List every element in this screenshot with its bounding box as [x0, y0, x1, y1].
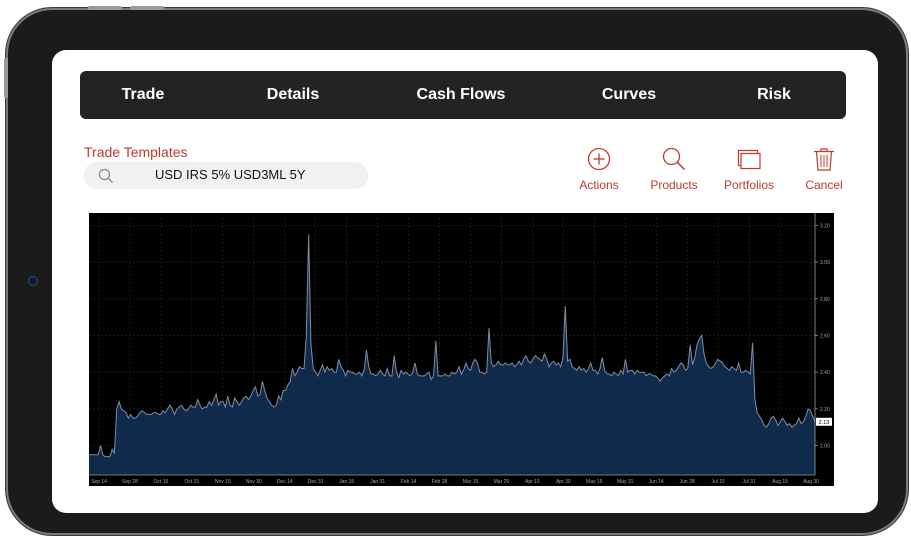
camera-icon — [28, 276, 38, 286]
last-value-label: 2.13 — [819, 420, 830, 426]
x-tick-label: Jan 31 — [370, 479, 385, 485]
x-tick-label: Mar 15 — [463, 479, 479, 485]
volume-up-button — [88, 6, 122, 10]
y-tick-label: 3.20 — [820, 223, 830, 229]
products-button[interactable]: Products — [639, 146, 709, 192]
tab-cash-flows[interactable]: Cash Flows — [417, 71, 506, 119]
x-tick-label: Sep 28 — [122, 479, 138, 485]
y-tick-label: 2.80 — [820, 297, 830, 303]
portfolios-label: Portfolios — [723, 178, 775, 192]
x-tick-label: Oct 15 — [154, 479, 169, 485]
y-tick-label: 2.00 — [820, 444, 830, 450]
tablet-frame: Trade Details Cash Flows Curves Risk Tra… — [4, 6, 906, 533]
app-screen: Trade Details Cash Flows Curves Risk Tra… — [52, 50, 878, 513]
x-tick-label: Jun 14 — [649, 479, 664, 485]
x-tick-label: Aug 15 — [772, 479, 788, 485]
y-tick-label: 2.60 — [820, 333, 830, 339]
x-tick-label: Apr 15 — [525, 479, 540, 485]
series-area — [89, 234, 815, 475]
trade-template-value: USD IRS 5% USD3ML 5Y — [155, 167, 306, 182]
x-tick-label: Feb 28 — [432, 479, 448, 485]
x-tick-label: Feb 14 — [401, 479, 417, 485]
products-label: Products — [650, 178, 698, 192]
search-icon — [98, 168, 113, 183]
actions-label: Actions — [579, 178, 619, 192]
x-tick-label: Apr 30 — [556, 479, 571, 485]
x-tick-label: May 31 — [617, 479, 634, 485]
x-tick-label: Mar 29 — [494, 479, 510, 485]
x-tick-label: Aug 30 — [803, 479, 819, 485]
x-tick-label: Oct 31 — [185, 479, 200, 485]
y-tick-label: 2.40 — [820, 370, 830, 376]
x-tick-label: Dec 31 — [308, 479, 324, 485]
portfolios-button[interactable]: Portfolios — [714, 146, 784, 192]
power-button — [4, 58, 8, 98]
cancel-label: Cancel — [805, 178, 843, 192]
x-tick-label: Nov 15 — [215, 479, 231, 485]
magnifier-icon — [662, 147, 686, 171]
trash-icon — [814, 148, 834, 171]
x-tick-label: Jul 31 — [742, 479, 756, 485]
plus-circle-icon — [587, 147, 611, 171]
x-tick-label: May 15 — [586, 479, 603, 485]
x-tick-label: Nov 30 — [246, 479, 262, 485]
x-tick-label: Sep 14 — [91, 479, 107, 485]
x-tick-label: Jul 15 — [711, 479, 725, 485]
volume-down-button — [130, 6, 164, 10]
trade-templates-label: Trade Templates — [84, 144, 188, 160]
y-tick-label: 2.20 — [820, 407, 830, 413]
rate-history-chart[interactable]: 3.20 3.00 2.80 2.60 2.40 2.20 2.00 Sep 14 Sep 28… — [89, 213, 834, 486]
actions-button[interactable]: Actions — [564, 146, 634, 192]
tab-curves[interactable]: Curves — [602, 71, 656, 119]
tab-risk[interactable]: Risk — [757, 71, 791, 119]
tab-details[interactable]: Details — [267, 71, 319, 119]
tab-trade[interactable]: Trade — [122, 71, 165, 119]
x-tick-label: Jun 28 — [680, 479, 695, 485]
folders-icon — [737, 149, 761, 170]
top-nav-bar: Trade Details Cash Flows Curves Risk — [80, 71, 846, 119]
x-tick-label: Dec 14 — [277, 479, 293, 485]
cancel-button[interactable]: Cancel — [789, 146, 859, 192]
y-tick-label: 3.00 — [820, 260, 830, 266]
x-tick-label: Jan 15 — [339, 479, 354, 485]
